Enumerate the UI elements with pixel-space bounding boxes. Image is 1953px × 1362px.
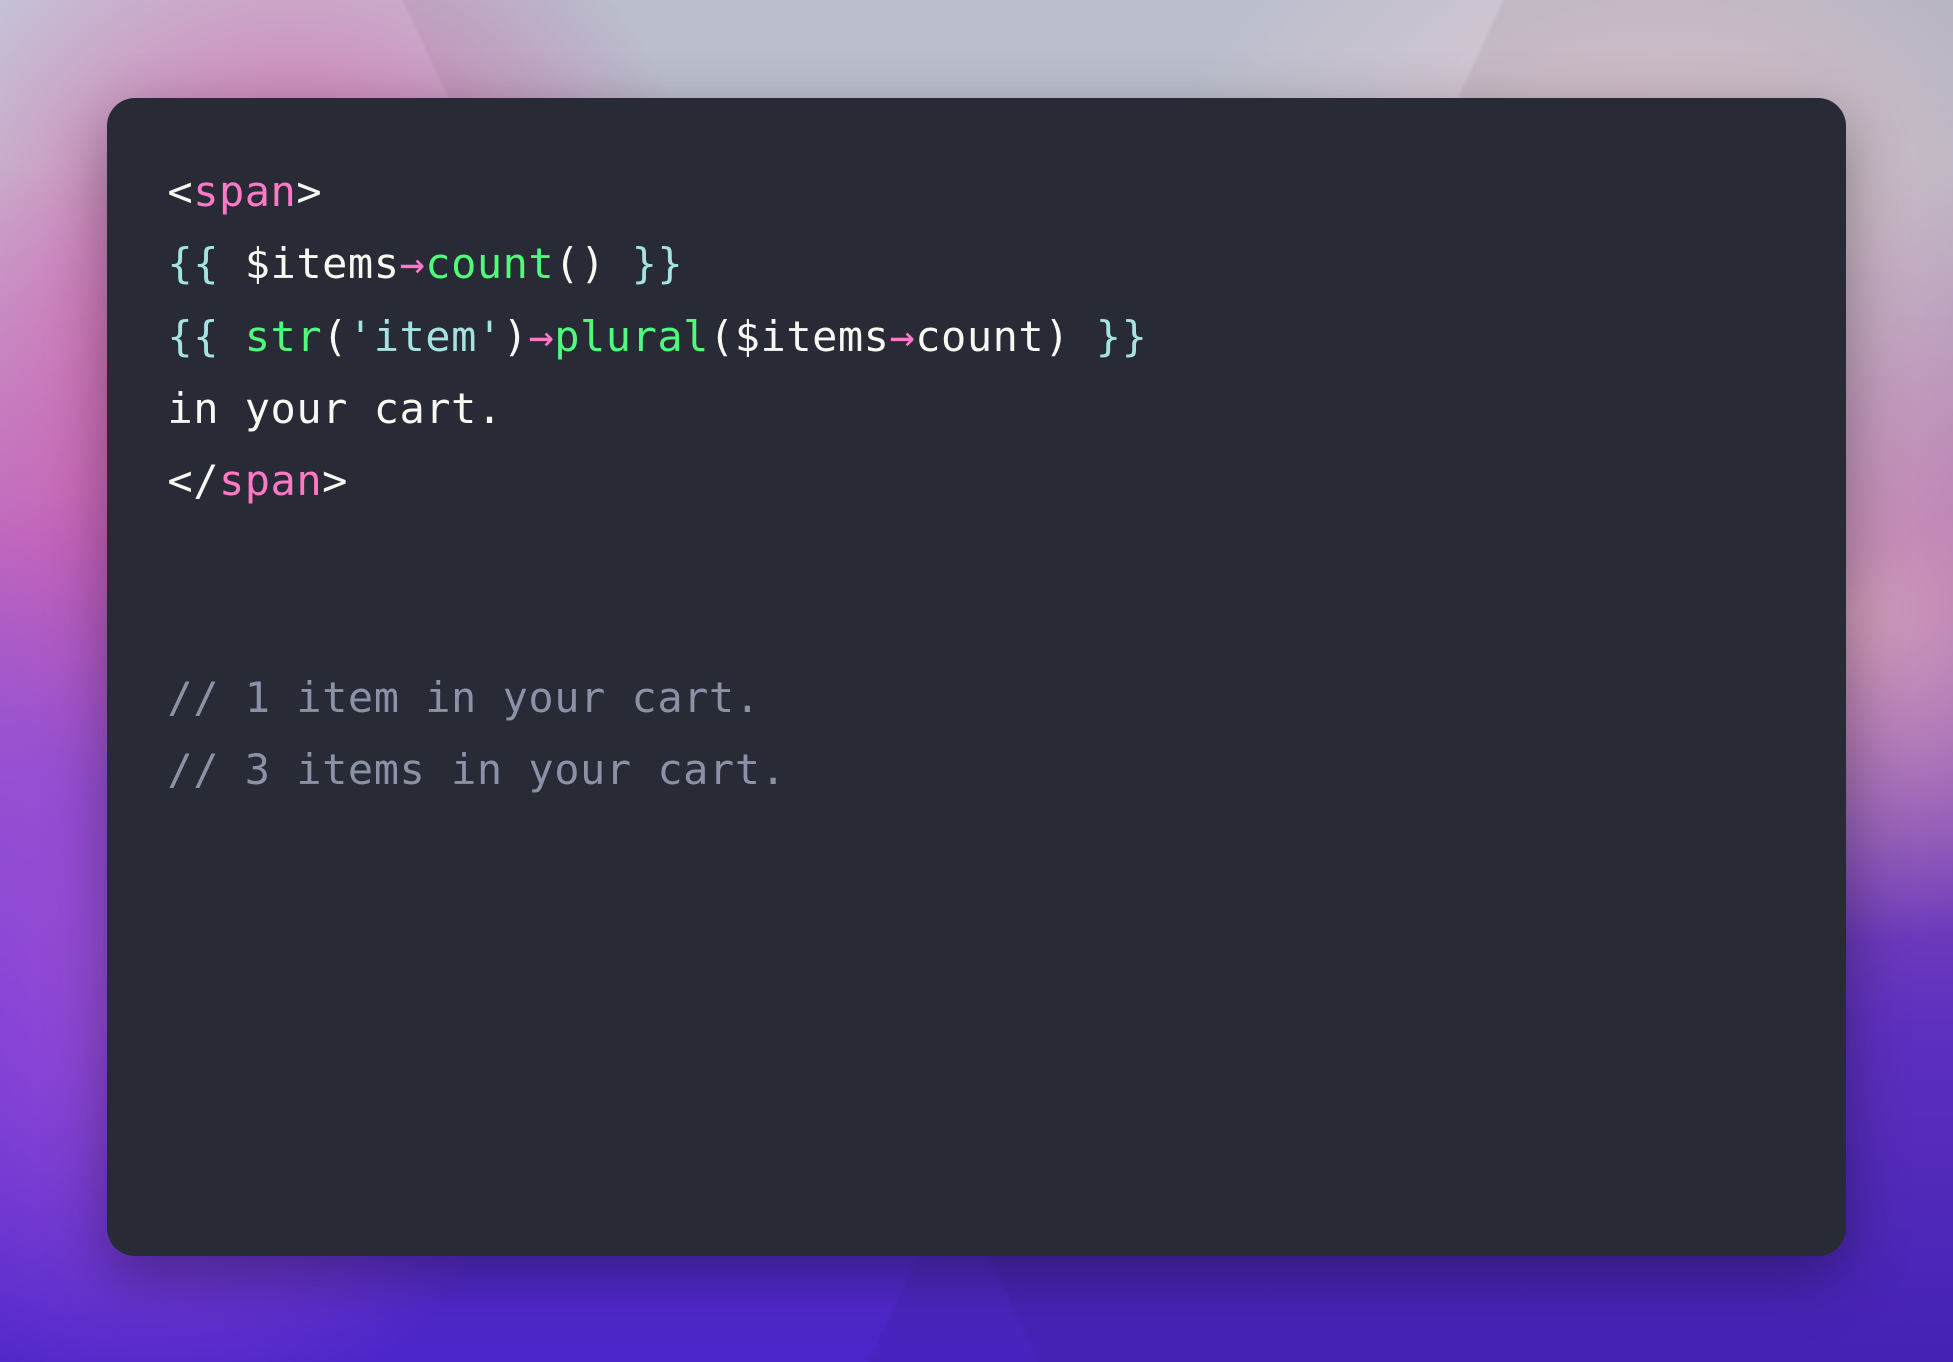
code-token: in your cart. [167,384,502,433]
code-comment-line: // 3 items in your cart. [167,745,786,794]
code-token: → [889,312,915,361]
code-token: count [915,312,1044,361]
code-token: plural [554,312,709,361]
code-token: {{ [167,312,244,361]
code-token: ) [503,312,529,361]
code-token: str [245,312,322,361]
code-token: span [193,167,296,216]
code-token: < [167,167,193,216]
code-token: span [219,456,322,505]
code-block: <span> {{ $items→count() }} {{ str('item… [167,156,1785,806]
code-token: count [425,239,554,288]
code-comment-line: // 1 item in your cart. [167,673,760,722]
code-token: → [528,312,554,361]
code-token: > [296,167,322,216]
code-token: → [399,239,425,288]
code-card: <span> {{ $items→count() }} {{ str('item… [107,98,1845,1256]
code-token: 'item' [348,312,503,361]
code-token: ) [1044,312,1070,361]
code-token: </ [167,456,219,505]
code-token: ( [322,312,348,361]
code-token: {{ [167,239,244,288]
code-token: > [322,456,348,505]
code-token: }} [1070,312,1147,361]
code-token: $items [735,312,890,361]
code-token: ( [709,312,735,361]
code-token: () [554,239,606,288]
code-token: }} [606,239,683,288]
code-token: $items [245,239,400,288]
